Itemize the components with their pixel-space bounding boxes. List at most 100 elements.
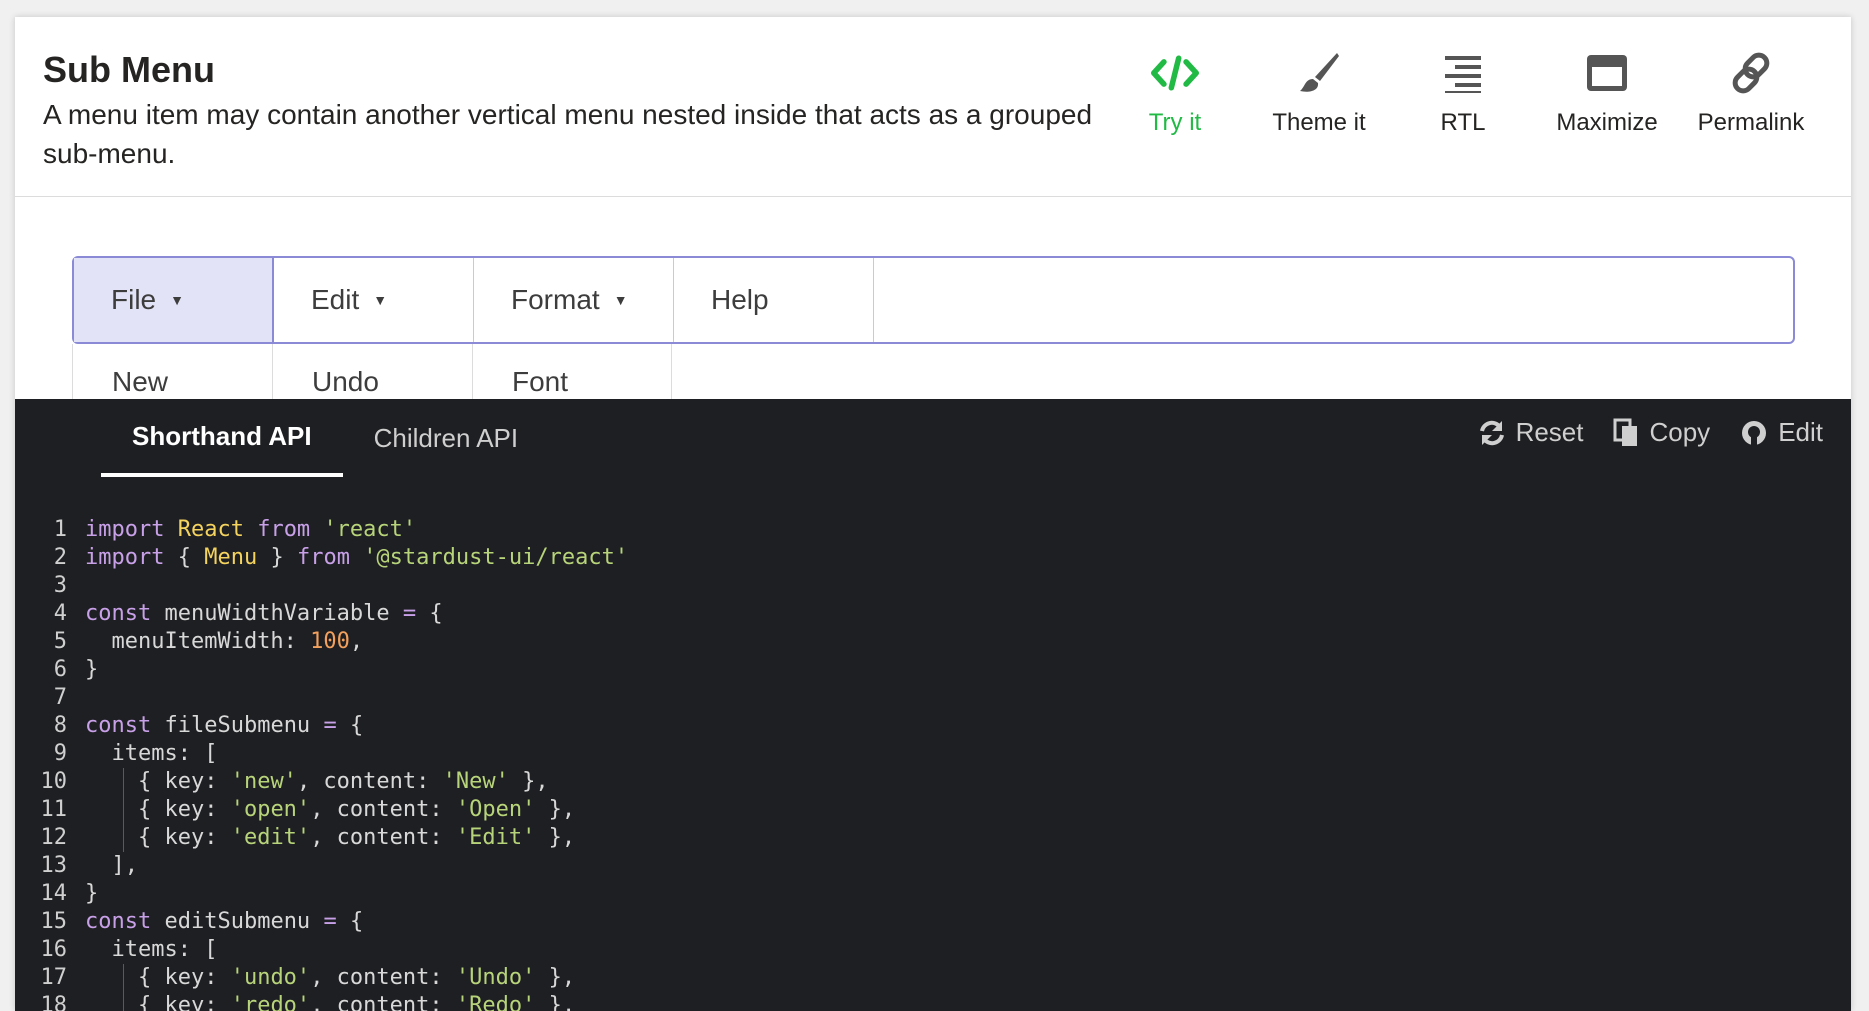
code-token: }, (535, 965, 576, 990)
example-toolbar: Try it Theme it RTL Maximize Permalink (1103, 49, 1823, 149)
code-token: const (85, 909, 165, 934)
code-token: { (349, 713, 364, 738)
line-number: 5 (53, 629, 67, 654)
page-title: Sub Menu (43, 49, 215, 90)
menu-item-label: Edit (311, 284, 360, 315)
code-token: 'New' (442, 769, 509, 794)
edit-label: Edit (1778, 417, 1823, 447)
line-number: 11 (40, 797, 68, 822)
menu-item-label: Format (511, 284, 600, 315)
code-token: { key: (85, 769, 231, 794)
code-token: items: [ (85, 937, 218, 962)
code-line: 2 import { Menu } from '@stardust-ui/reac… (15, 544, 628, 572)
line-number: 2 (53, 545, 67, 570)
menu-item-file[interactable]: File ▼ (74, 258, 274, 342)
align-right-icon (1439, 49, 1487, 97)
code-token: import (85, 517, 178, 542)
line-number: 1 (53, 517, 67, 542)
code-token: { (429, 601, 443, 626)
code-token: { key: (85, 825, 231, 850)
maximize-button[interactable]: Maximize (1535, 49, 1679, 149)
example-description: A menu item may contain another vertical… (43, 99, 1093, 169)
line-number: 16 (40, 937, 68, 962)
permalink-label: Permalink (1697, 109, 1805, 136)
theme-it-button[interactable]: Theme it (1247, 49, 1391, 149)
line-number: 14 (40, 881, 68, 906)
code-line: 4 const menuWidthVariable = { (15, 600, 628, 628)
code-line: 16 items: [ (15, 936, 628, 964)
caret-down-icon: ▼ (373, 292, 388, 308)
line-number: 12 (40, 825, 68, 850)
line-number: 8 (53, 713, 67, 738)
code-actions: Reset Copy Edit (1478, 417, 1823, 448)
code-token: Menu (204, 545, 258, 570)
copy-icon (1613, 418, 1639, 448)
code-token: } (85, 657, 99, 682)
menu-item-label: File (111, 284, 157, 315)
reset-button[interactable]: Reset (1478, 417, 1584, 448)
code-token: { key: (85, 965, 231, 990)
indent-guide (123, 964, 124, 992)
code-token: , content: (310, 797, 456, 822)
code-line: 1 import React from 'react' (15, 516, 628, 544)
theme-it-label: Theme it (1272, 109, 1366, 136)
menu-item-edit[interactable]: Edit ▼ (274, 258, 474, 342)
github-icon (1740, 419, 1768, 447)
code-token: }, (508, 769, 549, 794)
code-token: 'undo' (230, 965, 311, 990)
rtl-button[interactable]: RTL (1391, 49, 1535, 149)
code-token: , content: (310, 965, 456, 990)
menu-item-format[interactable]: Format ▼ (474, 258, 674, 342)
menu-item-help[interactable]: Help (674, 258, 874, 342)
code-token: items: [ (85, 741, 218, 766)
code-tabs: Shorthand API Children API (101, 399, 549, 477)
try-it-button[interactable]: Try it (1103, 49, 1247, 149)
code-line: 11 { key: 'open', content: 'Open' }, (15, 796, 628, 824)
code-line: 17 { key: 'undo', content: 'Undo' }, (15, 964, 628, 992)
code-token: , content: (296, 769, 443, 794)
copy-label: Copy (1649, 417, 1711, 447)
code-token: editSubmenu (164, 909, 324, 934)
permalink-button[interactable]: Permalink (1679, 49, 1823, 149)
rtl-label: RTL (1440, 109, 1486, 136)
line-number: 7 (53, 685, 67, 710)
code-line: 8 const fileSubmenu = { (15, 712, 628, 740)
line-number: 18 (40, 993, 68, 1011)
code-token: { (177, 545, 205, 570)
copy-button[interactable]: Copy (1613, 417, 1710, 448)
code-token: } (257, 545, 297, 570)
window-maximize-icon (1583, 49, 1631, 97)
line-number: 10 (40, 769, 68, 794)
code-token: fileSubmenu (164, 713, 324, 738)
code-token: menuItemWidth: (85, 629, 311, 654)
tab-shorthand-api[interactable]: Shorthand API (101, 399, 343, 477)
code-line: 3 (15, 572, 628, 600)
code-token: { (349, 909, 364, 934)
code-token: 'Redo' (455, 993, 536, 1011)
code-token: from (243, 517, 324, 542)
code-line: 7 (15, 684, 628, 712)
code-token: { key: (85, 797, 231, 822)
code-line: 10 { key: 'new', content: 'New' }, (15, 768, 628, 796)
code-line: 9 items: [ (15, 740, 628, 768)
line-number: 6 (53, 657, 67, 682)
code-token: = (323, 713, 350, 738)
edit-on-github-button[interactable]: Edit (1740, 417, 1823, 448)
code-token: } (85, 881, 99, 906)
code-line: 18 { key: 'redo', content: 'Redo' }, (15, 992, 628, 1011)
code-editor[interactable]: 1 import React from 'react' 2 import { Menu… (15, 516, 628, 1011)
example-card: Sub Menu A menu item may contain another… (15, 17, 1851, 1011)
code-token: ], (85, 853, 138, 878)
code-token: const (85, 601, 165, 626)
line-number: 13 (40, 853, 68, 878)
reset-label: Reset (1515, 417, 1584, 447)
code-token: '@stardust-ui/react' (363, 545, 629, 570)
tab-children-api[interactable]: Children API (343, 399, 550, 477)
paintbrush-icon (1295, 49, 1343, 97)
code-line: 5 menuItemWidth: 100, (15, 628, 628, 656)
caret-down-icon: ▼ (170, 292, 184, 308)
code-token: 'Undo' (455, 965, 536, 990)
indent-guide (123, 992, 124, 1011)
code-token: }, (535, 993, 576, 1011)
menu-item-label: Help (711, 284, 769, 315)
